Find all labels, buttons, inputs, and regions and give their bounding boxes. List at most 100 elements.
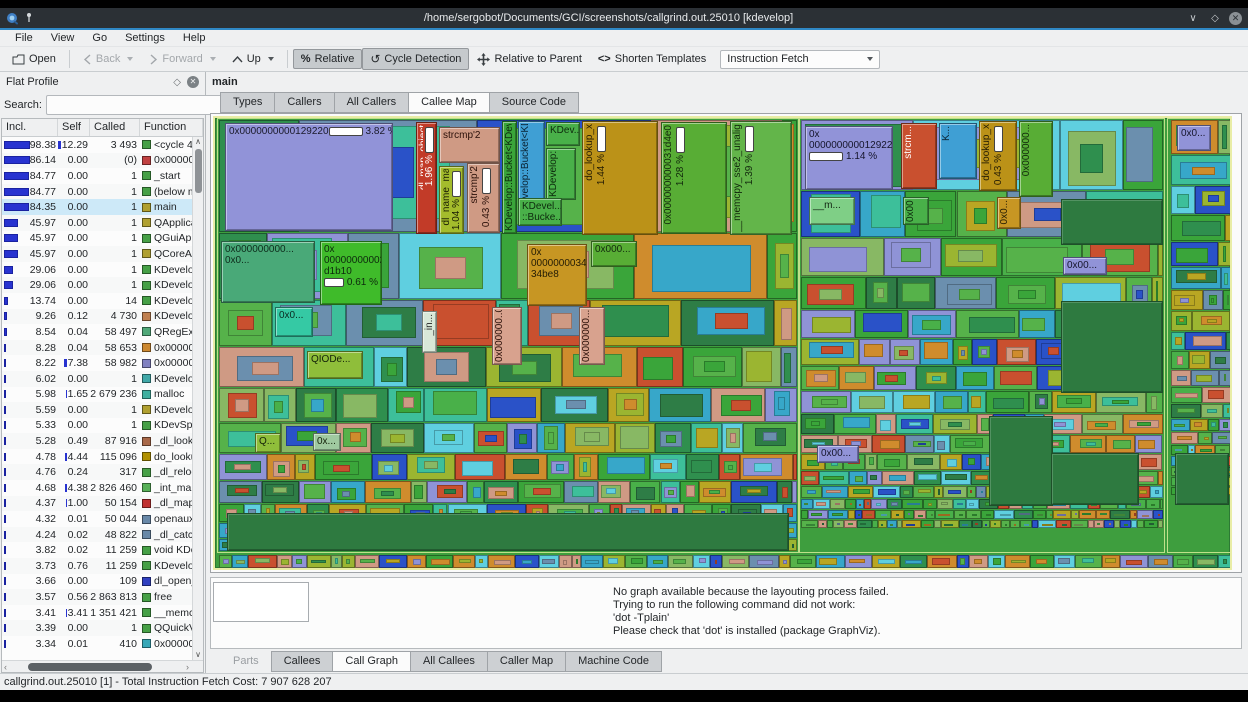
treemap-cell[interactable] (913, 510, 927, 519)
treemap-cell[interactable] (1135, 435, 1162, 453)
callee-treemap[interactable]: 0x00000000001292203.82 %_dl_map_object1.… (213, 116, 1232, 570)
treemap-cell[interactable] (788, 539, 797, 551)
treemap-box[interactable]: strcmp'2 0.43 % (467, 163, 500, 233)
graph-overview-box[interactable] (213, 582, 309, 622)
treemap-box[interactable]: 0x00... (817, 445, 859, 463)
table-row[interactable]: 3.820.0211 259void KDev... (2, 542, 203, 558)
treemap-cell[interactable] (1190, 419, 1208, 431)
treemap-box[interactable]: _dl_map_object 1.96 % (416, 122, 437, 234)
treemap-cell[interactable] (934, 277, 997, 309)
treemap-cell[interactable] (903, 510, 914, 519)
treemap-cell[interactable] (972, 520, 982, 528)
close-button[interactable]: ✕ (1229, 11, 1242, 25)
treemap-cell[interactable] (668, 555, 693, 568)
table-row[interactable]: 8.280.0458 6530x0000000... (2, 339, 203, 356)
treemap-cell[interactable] (538, 555, 560, 568)
treemap-box[interactable]: 0x000000..000461... (492, 307, 522, 365)
treemap-cell[interactable] (862, 510, 876, 519)
treemap-box[interactable]: strcm... (901, 123, 937, 189)
treemap-cell[interactable] (875, 510, 891, 519)
treemap-cell[interactable] (1171, 432, 1199, 444)
treemap-cell[interactable] (1119, 520, 1132, 528)
treemap-cell[interactable] (849, 471, 867, 485)
treemap-cell[interactable] (812, 499, 830, 509)
treemap-cell[interactable] (943, 486, 967, 498)
treemap-cell[interactable] (1105, 435, 1136, 453)
table-row[interactable]: 9.260.124 730KDevelop::... (2, 308, 203, 325)
table-row[interactable]: 4.32 0.01 50 044 openaux (2, 511, 203, 527)
table-row[interactable]: 4.684.382 826 460_int_mallo... (2, 480, 203, 496)
treemap-cell[interactable] (660, 481, 681, 503)
treemap-cell[interactable] (565, 423, 616, 453)
table-row[interactable]: 98.38 12.29 3 493 <cycle 42> (2, 137, 203, 153)
treemap-cell[interactable] (881, 471, 914, 485)
treemap-cell[interactable] (1137, 520, 1144, 528)
treemap-box[interactable]: 0x000... (591, 241, 637, 267)
treemap-cell[interactable] (474, 555, 488, 568)
treemap-cell[interactable] (801, 499, 813, 509)
table-row[interactable]: 3.413.411 351 421__memcpy... (2, 605, 203, 621)
table-row[interactable]: 45.970.001QCoreAppl... (2, 246, 203, 262)
treemap-box[interactable]: 0x 00000000340 34be8 (527, 244, 587, 306)
treemap-cell[interactable] (296, 388, 336, 422)
table-row[interactable]: 4.240.0248 822_dl_catch_... (2, 526, 203, 543)
treemap-cell[interactable] (954, 510, 967, 519)
treemap-cell[interactable] (934, 486, 943, 498)
close-dock-icon[interactable]: ✕ (187, 76, 199, 88)
treemap-cell[interactable] (547, 454, 574, 480)
treemap-cell[interactable] (1146, 499, 1160, 509)
treemap-cell[interactable] (294, 454, 316, 480)
treemap-cell[interactable] (1185, 332, 1226, 350)
treemap-cell[interactable] (597, 481, 631, 503)
treemap-cell[interactable] (1150, 486, 1163, 498)
treemap-cell[interactable] (855, 499, 864, 509)
treemap-cell[interactable] (801, 486, 823, 498)
tab-callers[interactable]: Callers (274, 92, 335, 113)
treemap-cell[interactable] (373, 347, 408, 387)
treemap-cell[interactable] (1110, 510, 1130, 519)
treemap-box[interactable]: __memcpy_sse2_unaligned 1.39 % (730, 121, 792, 235)
treemap-cell[interactable] (1171, 155, 1230, 185)
treemap-cell[interactable] (801, 339, 860, 365)
treemap-cell[interactable] (602, 555, 626, 568)
treemap-cell[interactable] (1218, 120, 1230, 154)
table-row[interactable]: 8.227.3858 9820x0000000... (2, 355, 203, 371)
treemap-cell[interactable] (767, 233, 797, 299)
treemap-cell[interactable] (926, 510, 935, 519)
treemap-cell[interactable] (608, 388, 649, 422)
treemap-box[interactable]: 0x 00000000002 d1b10 0.61 % (320, 241, 382, 305)
treemap-box[interactable]: KDevel...::Bucke... (518, 198, 562, 226)
treemap-cell[interactable] (866, 471, 882, 485)
treemap-cell[interactable] (887, 499, 903, 509)
up-dropdown-icon[interactable] (267, 57, 274, 61)
treemap-cell[interactable] (335, 388, 388, 422)
table-row[interactable]: 4.371.0050 154_dl_map_o... (2, 495, 203, 512)
treemap-cell[interactable] (1122, 120, 1163, 190)
table-row[interactable]: 4.784.44115 096do_lookup... (2, 449, 203, 465)
treemap-cell[interactable] (1225, 215, 1230, 241)
treemap-cell[interactable] (1202, 290, 1224, 310)
treemap-cell[interactable] (1078, 510, 1096, 519)
treemap-flat-region[interactable] (1051, 453, 1139, 505)
table-row[interactable]: 84.770.001(below mai... (2, 183, 203, 200)
treemap-cell[interactable] (1172, 555, 1194, 568)
treemap-cell[interactable] (774, 300, 797, 346)
treemap-cell[interactable] (425, 555, 454, 568)
table-row[interactable]: 29.060.001KDevelop::... (2, 262, 203, 278)
treemap-cell[interactable] (863, 499, 871, 509)
treemap-cell[interactable] (848, 486, 874, 498)
treemap-cell[interactable] (834, 414, 877, 434)
treemap-cell[interactable] (330, 481, 365, 503)
treemap-cell[interactable] (801, 366, 840, 390)
treemap-cell[interactable] (1198, 432, 1213, 444)
treemap-cell[interactable] (873, 486, 900, 498)
tab-all-callers[interactable]: All Callers (333, 92, 410, 113)
treemap-cell[interactable] (649, 454, 686, 480)
treemap-cell[interactable] (870, 499, 888, 509)
treemap-cell[interactable] (896, 277, 935, 309)
column-header-incl[interactable]: Incl. (2, 119, 58, 136)
treemap-cell[interactable] (781, 347, 797, 387)
treemap-cell[interactable] (801, 238, 884, 276)
treemap-cell[interactable] (829, 499, 845, 509)
treemap-box[interactable]: KDevelop::Buc... (546, 148, 576, 200)
